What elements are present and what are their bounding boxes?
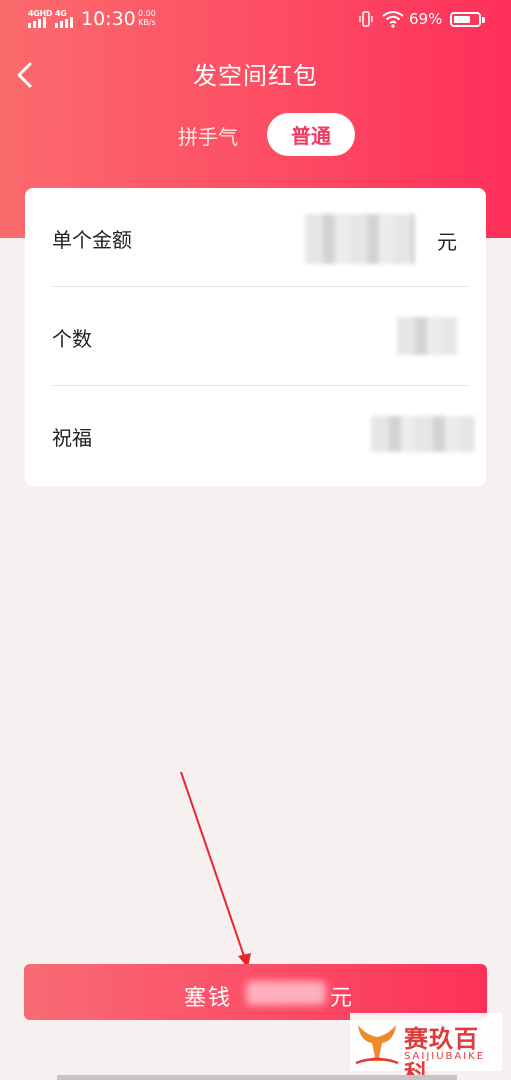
wifi-icon [382, 11, 404, 28]
speed-value: 0.00 [138, 9, 156, 18]
amount-input[interactable] [305, 214, 415, 264]
clock: 10:30 [81, 8, 136, 30]
vibrate-icon [359, 11, 373, 27]
greeting-input[interactable] [371, 416, 475, 452]
amount-unit: 元 [437, 230, 457, 254]
red-packet-form: 单个金额 元 个数 祝福 [25, 188, 486, 486]
page-title: 发空间红包 [193, 62, 318, 90]
tab-lucky[interactable]: 拼手气 [178, 121, 238, 150]
speed-unit: KB/s [138, 18, 156, 27]
sim2-label: 4G [55, 9, 67, 18]
greeting-row[interactable]: 祝福 [25, 386, 486, 485]
home-indicator [57, 1075, 457, 1080]
status-bar: 4GHD 4G 10:30 0.00 KB/s 69% [0, 0, 511, 40]
battery-level [454, 16, 470, 23]
tab-normal[interactable]: 普通 [267, 113, 355, 156]
signal-icon: 4GHD [28, 9, 53, 28]
sim1-label: 4GHD [28, 9, 53, 18]
amount-row[interactable]: 单个金额 元 [25, 188, 486, 287]
submit-amount-obscured [246, 981, 326, 1005]
submit-label-prefix: 塞钱 [184, 986, 233, 1011]
submit-label-suffix: 元 [330, 986, 353, 1011]
amount-label: 单个金额 [52, 228, 132, 252]
watermark: 赛玖百科 SAIJIUBAIKE [350, 1013, 502, 1080]
battery-percent: 69% [409, 10, 443, 28]
count-input[interactable] [397, 317, 457, 355]
greeting-label: 祝福 [52, 426, 92, 450]
signal-icon: 4G [55, 9, 73, 28]
watermark-title: 赛玖百科 [404, 1025, 479, 1080]
watermark-subtitle: SAIJIUBAIKE [404, 1051, 486, 1062]
count-label: 个数 [52, 327, 92, 351]
submit-button[interactable]: 塞钱 元 [24, 964, 487, 1020]
network-speed: 0.00 KB/s [138, 9, 156, 27]
whale-tail-logo-icon [355, 1025, 399, 1065]
count-row[interactable]: 个数 [25, 287, 486, 386]
battery-icon [450, 12, 485, 27]
